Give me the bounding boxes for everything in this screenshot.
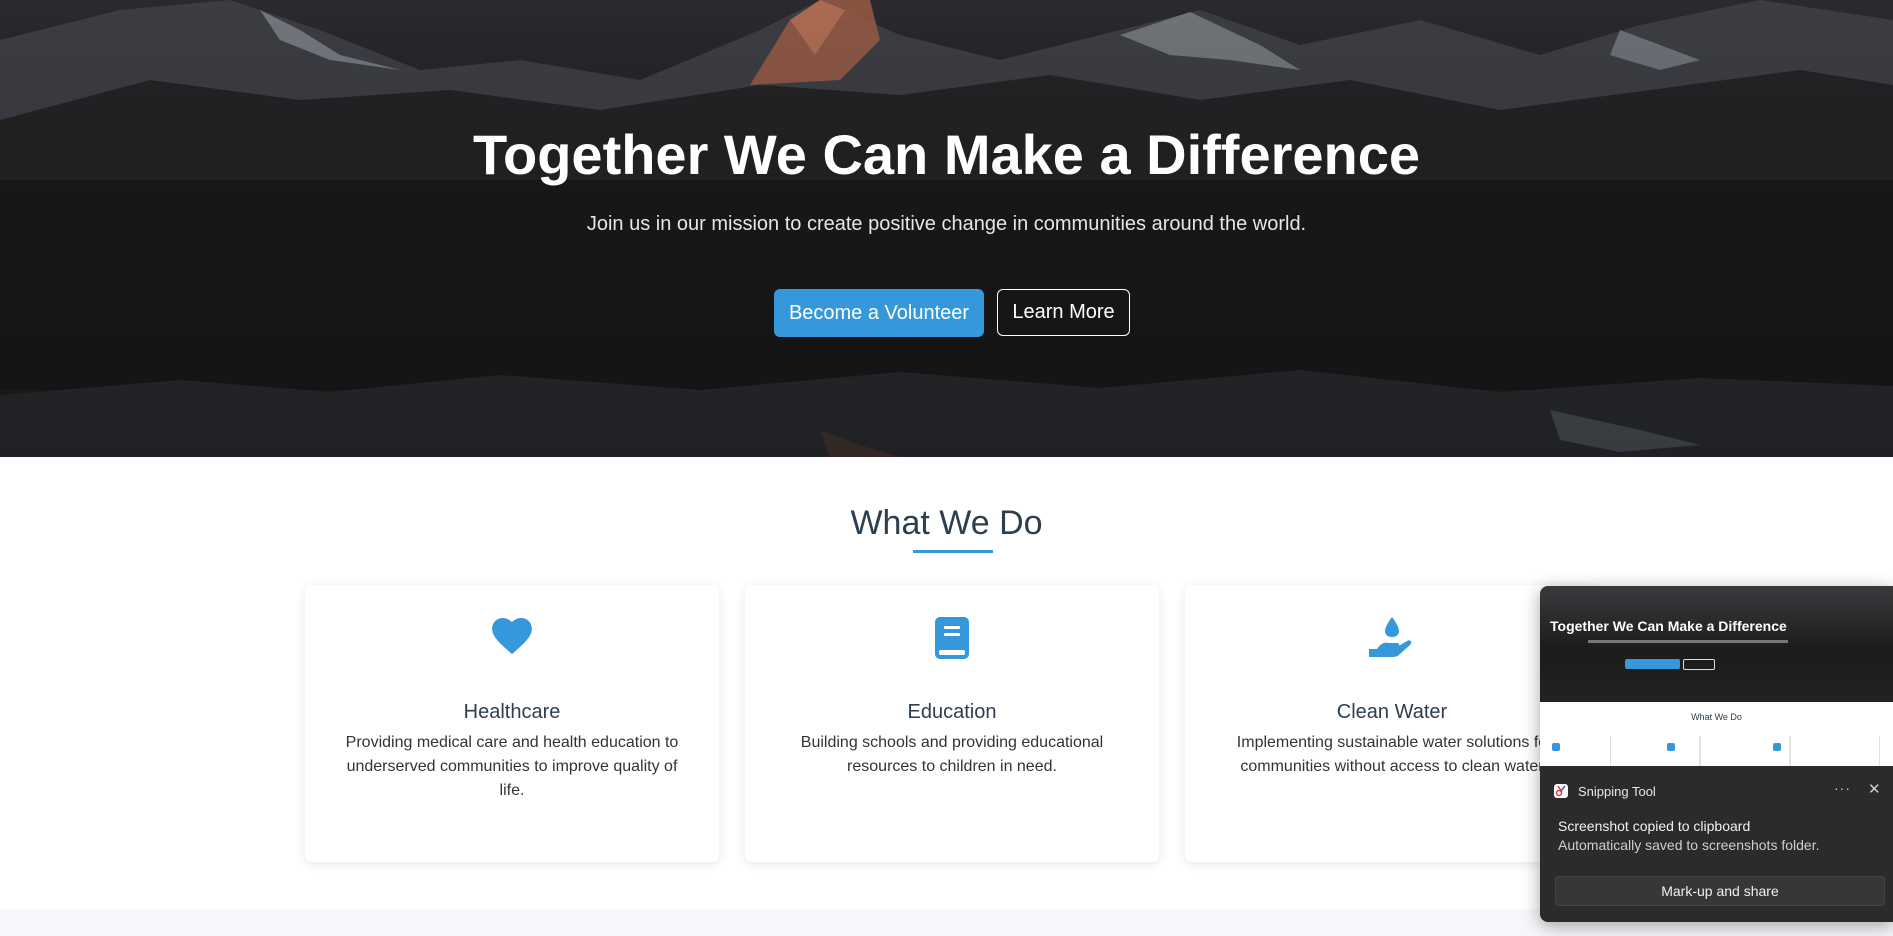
preview-card xyxy=(1790,736,1880,766)
preview-secondary-button xyxy=(1683,659,1715,670)
hero-subtitle: Join us in our mission to create positiv… xyxy=(586,213,1307,235)
snipping-tool-notification[interactable]: Together We Can Make a Difference What W… xyxy=(1540,586,1893,922)
card-education: Education Building schools and providing… xyxy=(745,585,1159,862)
notification-title: Screenshot copied to clipboard xyxy=(1558,818,1751,834)
preview-card xyxy=(1700,736,1790,766)
notification-app-name: Snipping Tool xyxy=(1578,783,1656,799)
card-description: Implementing sustainable water solutions… xyxy=(1236,734,1548,775)
preview-title: Together We Can Make a Difference xyxy=(1550,618,1787,634)
snipping-tool-app-icon xyxy=(1554,784,1568,798)
more-options-icon[interactable]: ··· xyxy=(1834,780,1851,796)
card-description: Building schools and providing education… xyxy=(800,734,1104,775)
preview-card xyxy=(1610,736,1700,766)
preview-section-title: What We Do xyxy=(1691,712,1742,722)
hero-title: Together We Can Make a Difference xyxy=(472,123,1421,186)
heart-icon xyxy=(305,617,719,655)
card-healthcare: Healthcare Providing medical care and he… xyxy=(305,585,719,862)
notification-body: Automatically saved to screenshots folde… xyxy=(1558,837,1820,853)
water-hand-icon xyxy=(1185,617,1599,659)
hero-section: Together We Can Make a Difference Join u… xyxy=(0,0,1893,457)
card-description: Providing medical care and health educat… xyxy=(345,734,679,799)
become-volunteer-button[interactable]: Become a Volunteer xyxy=(774,289,984,337)
book-icon xyxy=(745,617,1159,659)
section-title-underline xyxy=(913,550,993,553)
screenshot-preview[interactable]: Together We Can Make a Difference What W… xyxy=(1540,586,1893,766)
card-title: Clean Water xyxy=(1336,701,1448,723)
preview-subtitle-line xyxy=(1588,640,1788,643)
markup-and-share-button[interactable]: Mark-up and share xyxy=(1555,876,1885,906)
notification-header: Snipping Tool ··· ✕ xyxy=(1554,780,1884,802)
preview-water-icon xyxy=(1773,743,1781,751)
preview-primary-button xyxy=(1625,659,1680,669)
card-clean-water: Clean Water Implementing sustainable wat… xyxy=(1185,585,1599,862)
learn-more-button[interactable]: Learn More xyxy=(997,289,1130,336)
close-icon[interactable]: ✕ xyxy=(1868,780,1881,798)
preview-book-icon xyxy=(1667,743,1675,751)
section-title: What We Do xyxy=(850,504,1043,542)
preview-heart-icon xyxy=(1552,743,1560,751)
card-title: Education xyxy=(907,701,997,723)
card-title: Healthcare xyxy=(463,701,561,723)
preview-hero xyxy=(1540,586,1893,702)
